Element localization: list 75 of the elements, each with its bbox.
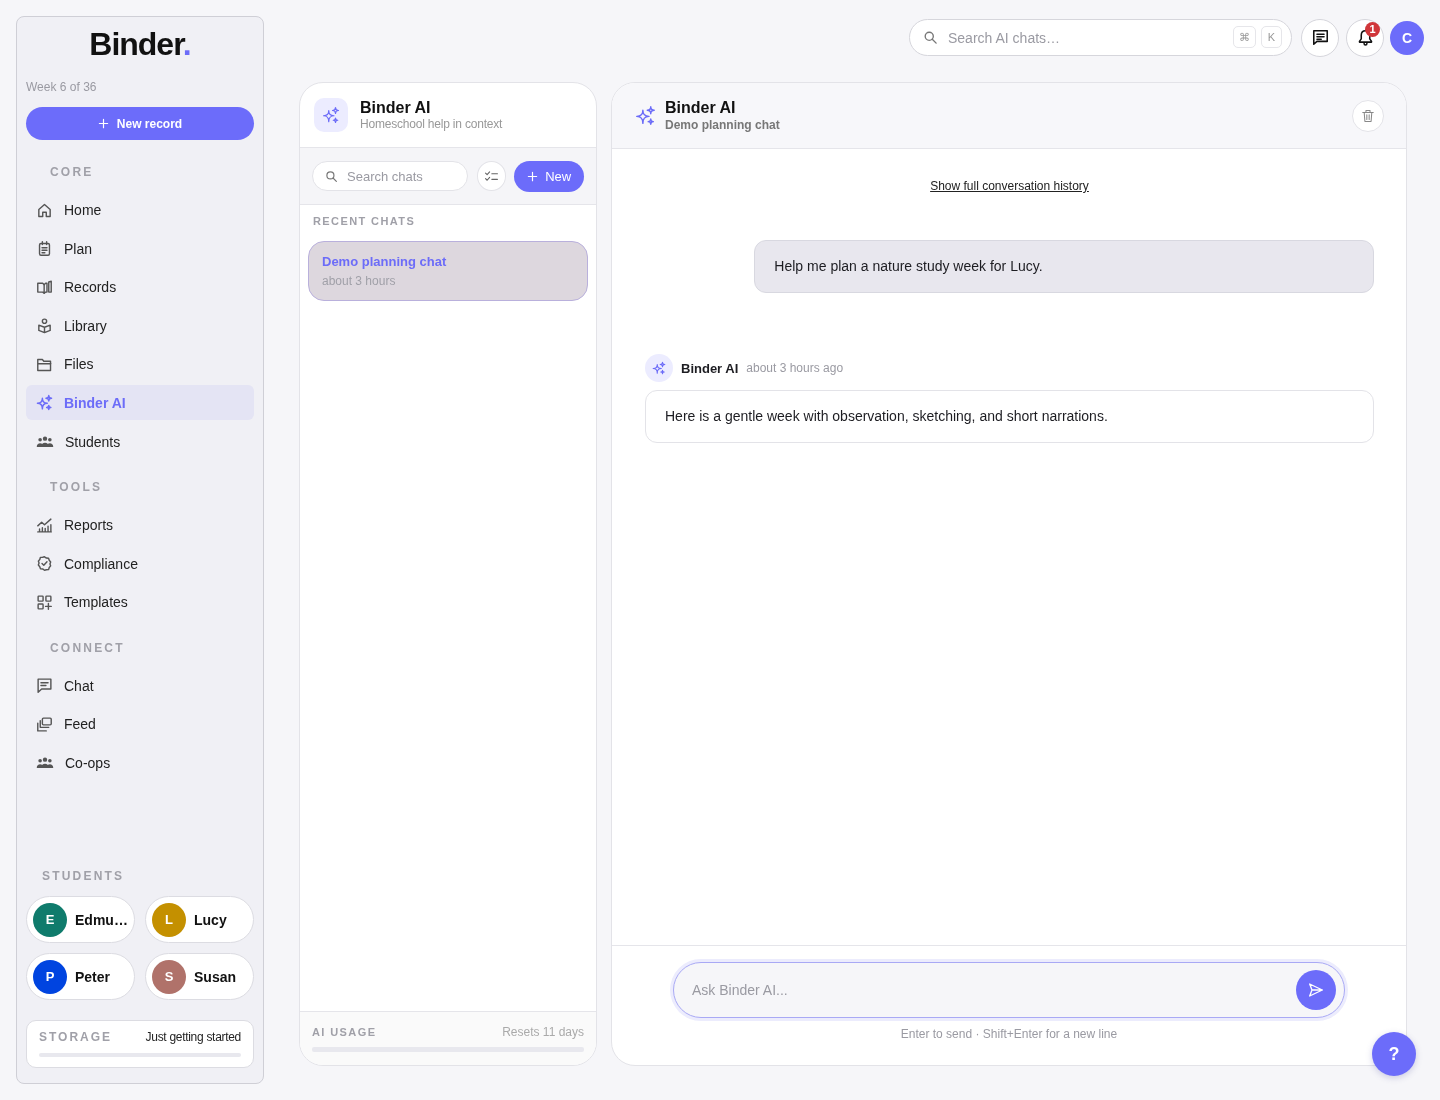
notifications-button[interactable]: 1 [1346,18,1384,57]
nav-item[interactable]: Feed [26,706,254,742]
help-button[interactable]: ? [1372,1032,1416,1076]
conversation-title: Binder AI [665,98,737,117]
shortcut-key: ⌘ [1233,26,1256,48]
sparkle-icon [635,105,656,126]
notepad-icon [36,240,53,258]
user-avatar[interactable]: C [1390,20,1424,55]
reader-icon [36,317,53,335]
student-chip[interactable]: S Susan [145,953,254,1000]
delete-button[interactable] [1352,99,1384,132]
filter-button[interactable] [477,161,507,191]
student-avatar: P [33,959,67,994]
sparkle-icon [36,394,53,412]
notification-badge: 1 [1365,21,1380,37]
search-icon [325,170,338,183]
section-label: TOOLS [50,479,103,496]
nav-item[interactable]: Students [26,424,254,460]
user-message: Help me plan a nature study week for Lucy. [754,240,1374,293]
nav-item[interactable]: Library [26,308,254,344]
week-label: Week 6 of 36 [26,79,97,95]
conversation-subtitle: Demo planning chat [665,117,780,133]
search-icon [923,30,938,45]
send-icon [1308,982,1324,998]
nav-item[interactable]: Plan [26,231,254,267]
section-label: CORE [50,164,94,180]
panel-title: Binder AI [360,98,432,117]
plus-icon [527,170,539,182]
student-avatar: S [152,959,186,994]
message-icon [1311,29,1329,46]
house-icon [36,201,53,219]
nav-item[interactable]: Files [26,346,254,382]
panel-subtitle: Homeschool help in context [360,117,503,132]
grid-plus-icon [36,593,53,611]
usage-reset-note: Resets 11 days [502,1025,584,1039]
new-record-button[interactable]: New record [26,107,254,140]
section-label: STUDENTS [42,867,125,884]
trash-icon [1361,108,1375,123]
history-link[interactable]: Show full conversation history [930,178,1089,194]
shortcut-key: K [1261,26,1282,48]
student-chip[interactable]: L Lucy [145,896,254,943]
logo: Binder. [89,25,191,64]
message-author: Binder AI [681,360,739,376]
nav-item[interactable]: Chat [26,668,254,704]
nav-item[interactable]: Compliance [26,546,254,582]
student-chip[interactable]: P Peter [26,953,135,1000]
storage-status: Just getting started [145,1030,241,1044]
new-chat-button[interactable]: New [514,160,584,192]
student-avatar: E [33,902,67,937]
messages-button[interactable] [1301,18,1339,57]
section-label: CONNECT [50,639,125,656]
sparkle-icon [645,354,673,382]
search-field[interactable]: Search chats [312,161,468,191]
checklist-icon [484,168,500,184]
sparkle-icon [314,98,348,132]
badge-check-icon [36,555,53,573]
message-time: about 3 hours ago [746,361,844,375]
message-input[interactable]: Ask Binder AI... [673,962,1345,1018]
chart-icon [36,516,53,534]
nav-item[interactable]: Reports [26,507,254,543]
section-label: RECENT CHATS [313,214,416,228]
composer-hint: Enter to send · Shift+Enter for a new line [900,1026,1118,1042]
stacked-cards-icon [36,715,53,733]
book-icon [36,278,53,296]
nav-item[interactable]: Templates [26,584,254,620]
storage-label: STORAGE [39,1030,113,1044]
student-avatar: L [152,902,186,937]
assistant-message: Here is a gentle week with observation, sketching, and short narrations. [645,390,1374,443]
plus-icon [97,118,109,129]
message-icon [36,677,53,695]
nav-item[interactable]: Home [26,192,254,228]
student-chip[interactable]: E Edmu… [26,896,135,943]
nav-item[interactable]: Co-ops [26,745,254,781]
usage-label: AI USAGE [312,1026,377,1038]
nav-item[interactable]: Records [26,269,254,305]
